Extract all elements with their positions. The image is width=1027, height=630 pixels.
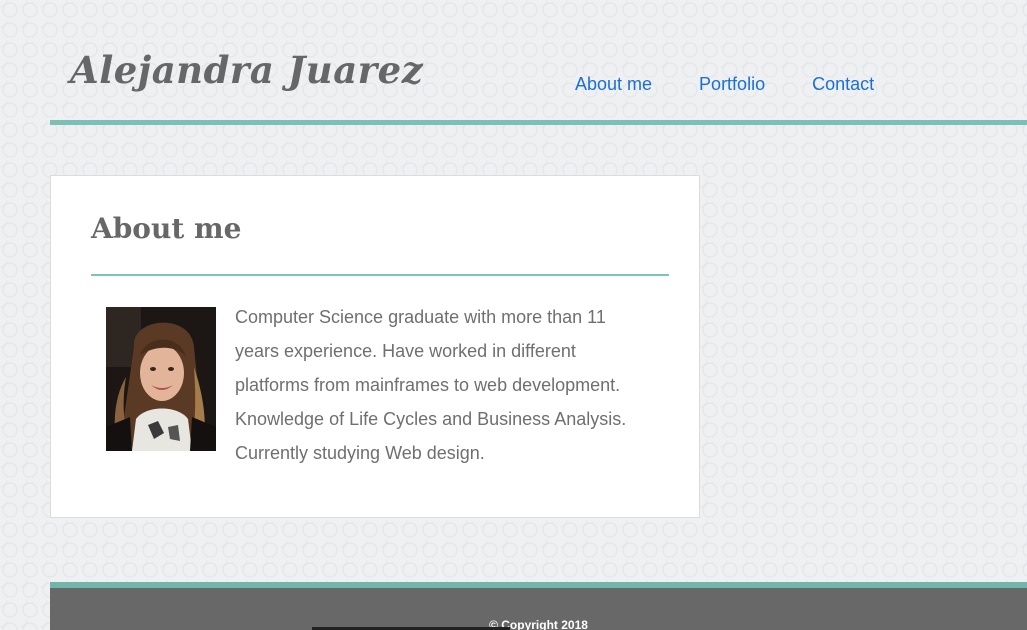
- footer: © Copyright 2018: [50, 582, 1027, 630]
- about-heading: About me: [91, 212, 242, 245]
- header-divider: [50, 120, 1027, 125]
- about-card: About me Computer Science graduate with …: [50, 175, 700, 518]
- portrait-photo-icon: [106, 307, 216, 451]
- main-nav: About me Portfolio Contact: [575, 74, 921, 95]
- copyright-text: © Copyright 2018: [489, 618, 588, 630]
- about-divider: [91, 274, 669, 276]
- nav-link-about-me[interactable]: About me: [575, 74, 652, 95]
- site-title: Alejandra Juarez: [70, 48, 424, 92]
- nav-link-contact[interactable]: Contact: [812, 74, 874, 95]
- bio-text: Computer Science graduate with more than…: [235, 307, 627, 463]
- profile-photo: [106, 307, 216, 451]
- nav-link-portfolio[interactable]: Portfolio: [699, 74, 765, 95]
